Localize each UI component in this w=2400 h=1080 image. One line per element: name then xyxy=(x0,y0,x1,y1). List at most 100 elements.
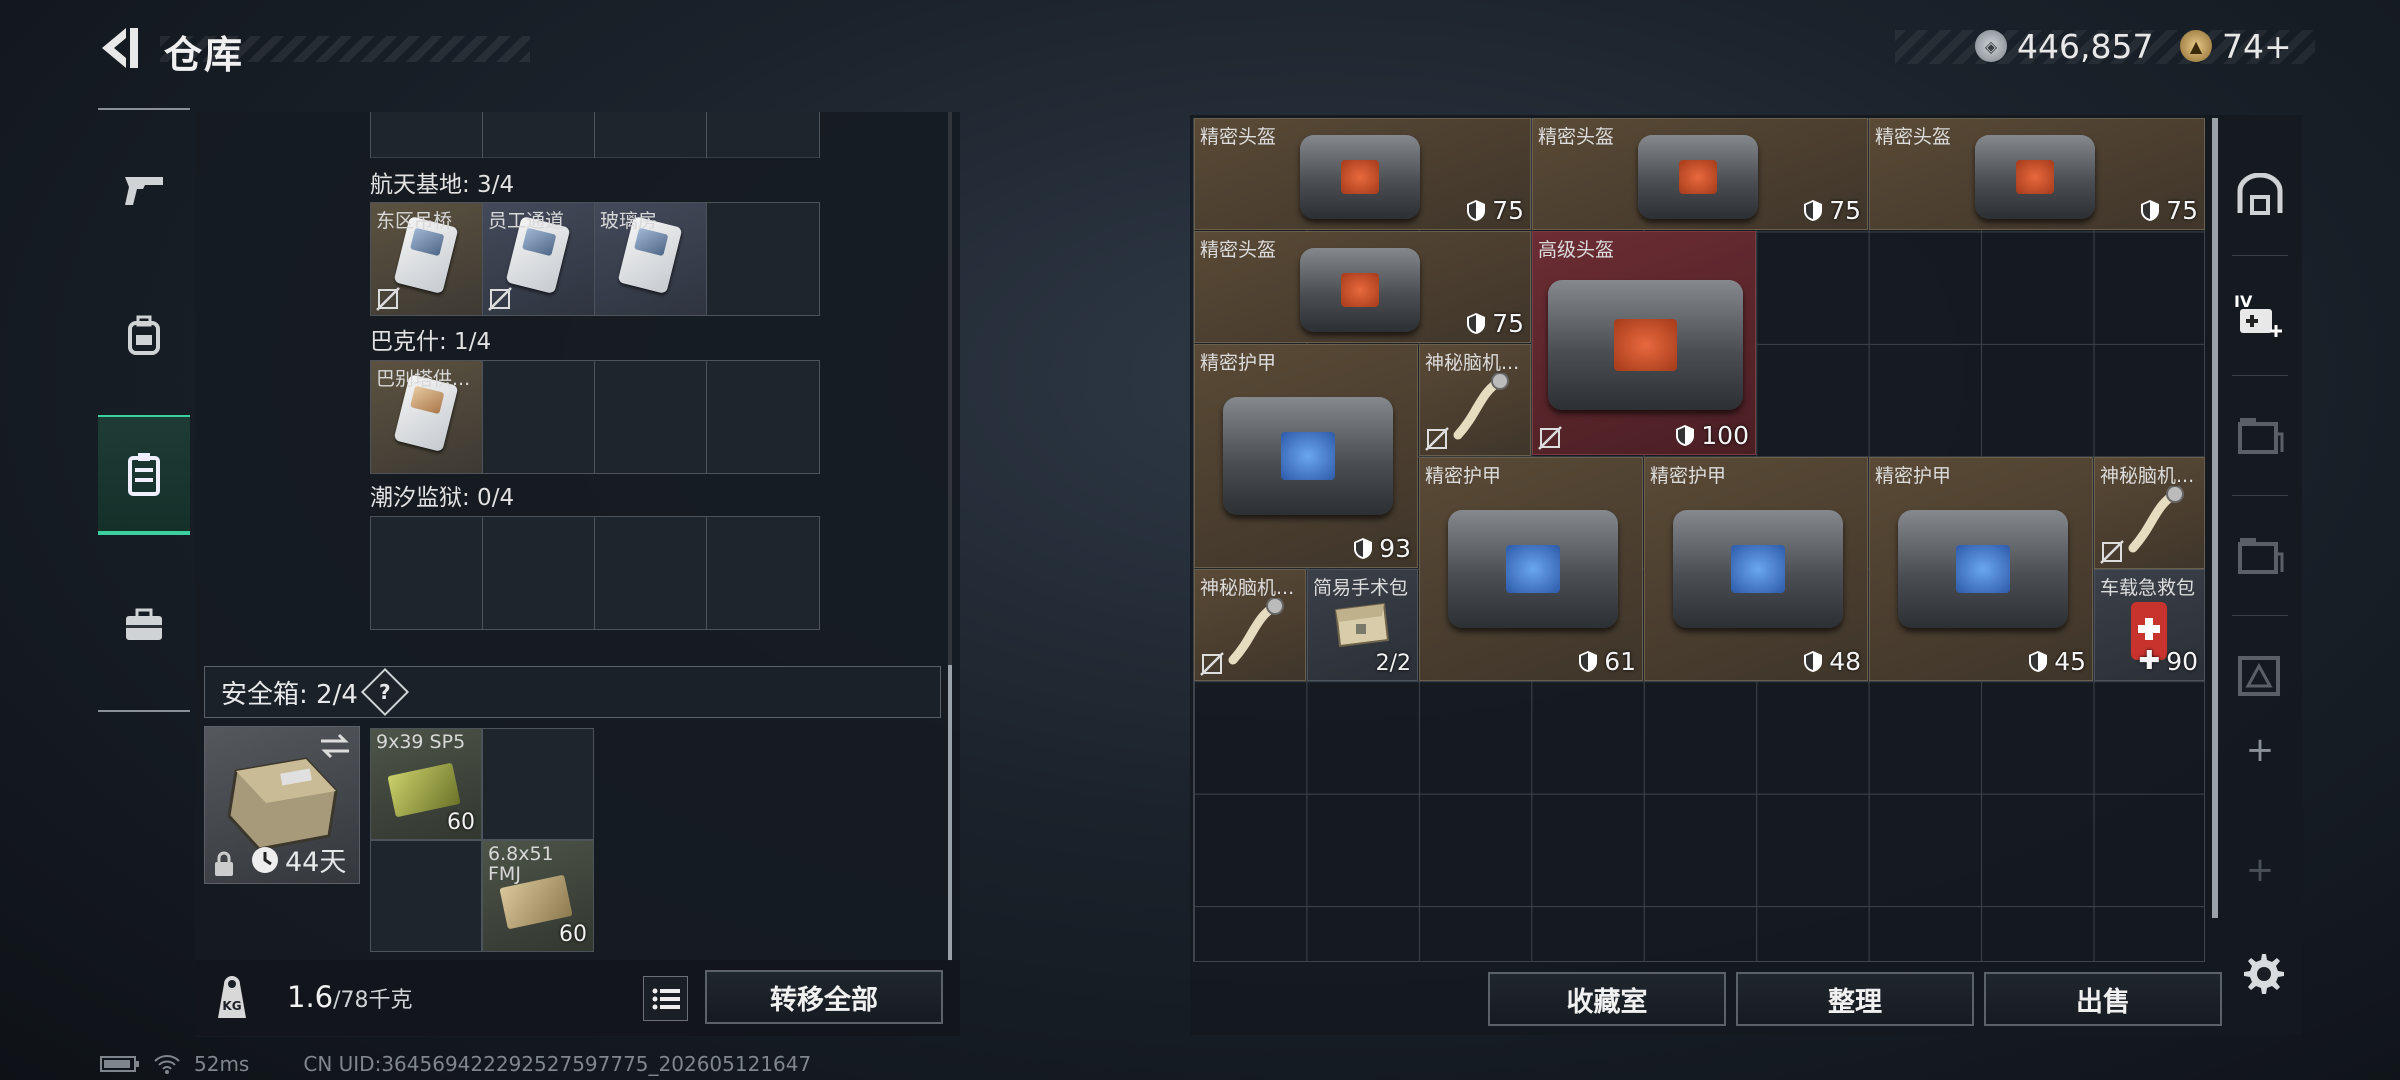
ammo-slot[interactable]: 6.8x51 FMJ 60 xyxy=(482,840,594,952)
section-title-bakhsh: 巴克什: 1/4 xyxy=(370,329,492,355)
stash-tab-locked-3[interactable] xyxy=(2222,620,2298,730)
stash-item-neural-device[interactable]: 神秘脑机... xyxy=(2094,457,2205,569)
durability: 75 xyxy=(1466,196,1524,225)
stash-item-helmet[interactable]: 精密头盔 75 xyxy=(1194,118,1531,230)
surgery-kit-icon xyxy=(1334,602,1390,648)
empty-key-slot[interactable] xyxy=(707,203,819,315)
help-button[interactable]: ? xyxy=(360,667,409,717)
ammo-slot[interactable]: 9x39 SP5 60 xyxy=(370,728,482,840)
nav-containers[interactable] xyxy=(98,415,190,535)
stash-item-neural-device[interactable]: 神秘脑机... xyxy=(1194,569,1306,681)
collection-room-button[interactable]: 收藏室 xyxy=(1488,972,1726,1026)
key-card-slot[interactable]: 巴别塔供... xyxy=(371,361,483,473)
shield-icon xyxy=(2141,200,2160,221)
left-scrollbar-thumb[interactable] xyxy=(948,665,952,961)
warning-container-icon xyxy=(2238,656,2280,696)
stash-item-armor[interactable]: 精密护甲 45 xyxy=(1869,457,2093,681)
item-label: 神秘脑机... xyxy=(2100,465,2195,487)
shield-icon xyxy=(1579,651,1598,672)
armor-bag-icon xyxy=(1223,397,1393,515)
stash-item-armor[interactable]: 精密护甲 93 xyxy=(1194,344,1418,568)
safe-box-slot[interactable]: 44天 xyxy=(204,726,360,884)
stash-tab-locked-1[interactable] xyxy=(2222,380,2298,490)
sort-button[interactable]: 整理 xyxy=(1736,972,1974,1026)
durability: 75 xyxy=(1803,196,1861,225)
stash-tab-main[interactable] xyxy=(2222,140,2298,250)
shield-icon xyxy=(1676,425,1695,446)
stash-item-helmet[interactable]: 精密头盔 75 xyxy=(1532,118,1868,230)
stash-tab-add-4[interactable]: IV xyxy=(2222,260,2298,370)
pistol-icon xyxy=(125,177,163,205)
list-view-button[interactable] xyxy=(643,976,688,1021)
expiry-days: 44天 xyxy=(285,847,347,878)
battery-icon xyxy=(100,1056,139,1072)
svg-text:IV: IV xyxy=(2234,292,2253,311)
silver-coin-icon: ◈ xyxy=(1975,30,2007,62)
back-button[interactable] xyxy=(96,22,144,74)
add-stash-button-disabled[interactable]: + xyxy=(2222,840,2298,900)
list-icon xyxy=(652,988,680,1009)
sell-button[interactable]: 出售 xyxy=(1984,972,2222,1026)
durability: 100 xyxy=(1675,421,1749,450)
unbound-icon xyxy=(488,287,512,311)
stash-item-helmet[interactable]: 精密头盔 75 xyxy=(1194,231,1531,343)
svg-text:KG: KG xyxy=(222,999,241,1013)
armor-bag-icon xyxy=(1898,510,2068,628)
stash-item-armor[interactable]: 精密护甲 61 xyxy=(1419,457,1643,681)
vault-icon xyxy=(2237,173,2283,215)
weight-current: 1.6 xyxy=(287,980,334,1014)
stash-item-advanced-helmet[interactable]: 高级头盔 100 xyxy=(1532,231,1756,455)
lock-icon xyxy=(215,851,233,876)
nav-weapons[interactable] xyxy=(98,130,190,250)
key-card-slot[interactable]: 东区吊桥 xyxy=(371,203,483,315)
empty-safe-slot[interactable] xyxy=(482,728,594,840)
add-stash-button[interactable]: + xyxy=(2222,720,2298,780)
empty-key-slot[interactable] xyxy=(483,361,595,473)
empty-key-slot[interactable] xyxy=(595,517,707,629)
weight-icon: KG xyxy=(218,976,246,1018)
nav-equipment[interactable] xyxy=(98,275,190,395)
stash-item-helmet[interactable]: 精密头盔 75 xyxy=(1869,118,2205,230)
empty-key-slot[interactable] xyxy=(707,517,819,629)
stash-scrollbar[interactable] xyxy=(2212,118,2218,918)
durability: 45 xyxy=(2028,647,2086,676)
empty-key-slot[interactable] xyxy=(371,517,483,629)
clock-icon xyxy=(252,846,278,873)
stash-item-armor[interactable]: 精密护甲 48 xyxy=(1644,457,1868,681)
ammo-count: 60 xyxy=(559,922,587,947)
shield-icon xyxy=(1804,200,1823,221)
item-label: 精密头盔 xyxy=(1200,239,1277,261)
item-label: 精密护甲 xyxy=(1650,465,1727,487)
unbound-icon xyxy=(376,287,400,311)
empty-key-slot[interactable] xyxy=(707,361,819,473)
shield-icon xyxy=(2029,651,2048,672)
transfer-all-button[interactable]: 转移全部 xyxy=(705,970,943,1024)
key-card-slot[interactable]: 员工通道 xyxy=(483,203,595,315)
silver-amount: 446,857 xyxy=(2017,26,2154,66)
status-bar: 52ms CN UID:364569422292527597775_202605… xyxy=(100,1052,811,1076)
weight-readout: 1.6/78千克 xyxy=(287,980,413,1014)
stash-tab-locked-2[interactable] xyxy=(2222,500,2298,610)
key-card-slot[interactable]: 玻璃房 xyxy=(595,203,707,315)
wifi-icon xyxy=(154,1055,180,1074)
item-label: 车载急救包 xyxy=(2100,577,2196,599)
empty-safe-slot[interactable] xyxy=(370,840,482,952)
key-card-label: 巴别塔供... xyxy=(376,368,471,390)
nav-toolbox[interactable] xyxy=(98,565,190,685)
gold-currency[interactable]: ▲ 74+ xyxy=(2180,24,2292,68)
ping: 52ms xyxy=(194,1052,250,1076)
stash-item-first-aid-kit[interactable]: 车载急救包 ✚ 90 xyxy=(2094,569,2205,681)
empty-key-slot[interactable] xyxy=(483,517,595,629)
stash-item-neural-device[interactable]: 神秘脑机... xyxy=(1419,344,1531,456)
helmet-bag-icon xyxy=(1300,135,1420,219)
empty-key-slot[interactable] xyxy=(595,361,707,473)
settings-button[interactable] xyxy=(2240,952,2284,996)
helmet-bag-icon xyxy=(1975,135,2095,219)
ammo-count: 60 xyxy=(447,810,475,835)
stash-item-surgery-kit[interactable]: 简易手术包 2/2 xyxy=(1307,569,1418,681)
key-card-label: 玻璃房 xyxy=(600,210,658,232)
add-stash-icon: IV xyxy=(2234,292,2282,337)
helmet-bag-icon xyxy=(1548,280,1743,410)
swap-icon[interactable] xyxy=(319,733,351,759)
unbound-icon xyxy=(1538,426,1562,450)
